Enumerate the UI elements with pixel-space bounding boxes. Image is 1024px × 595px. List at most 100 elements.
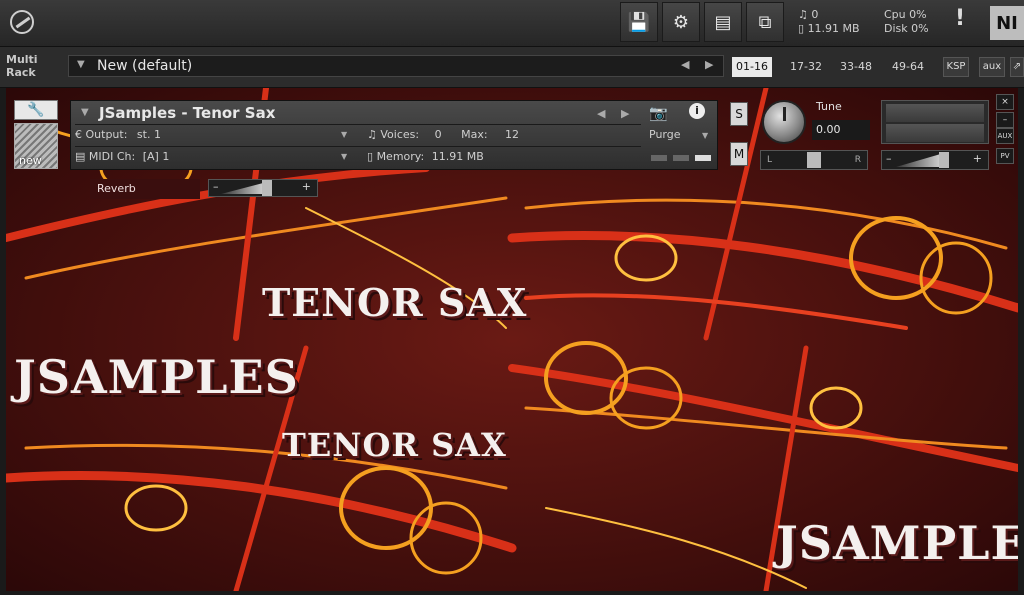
prev-preset-icon[interactable]: ◀ bbox=[681, 58, 689, 71]
page-tab-4[interactable]: 49-64 bbox=[888, 57, 928, 77]
disk-value: 0% bbox=[911, 22, 929, 35]
reverb-minus[interactable]: – bbox=[213, 180, 219, 193]
midi-label: MIDI Ch: bbox=[88, 150, 136, 163]
max-label: Max: bbox=[461, 128, 488, 141]
volume-slider[interactable]: – + bbox=[881, 150, 989, 170]
page-tab-1[interactable]: 01-16 bbox=[732, 57, 772, 77]
options-button[interactable]: ⚙ bbox=[662, 2, 700, 42]
ksp-button[interactable]: KSP bbox=[943, 57, 969, 77]
volume-minus[interactable]: – bbox=[886, 152, 892, 165]
minimize-view-button[interactable]: ⧉ bbox=[746, 2, 784, 42]
reverb-handle[interactable] bbox=[262, 180, 272, 196]
solo-button[interactable]: S bbox=[730, 102, 748, 126]
reverb-slider[interactable]: – + bbox=[208, 179, 318, 197]
level-meter-left bbox=[886, 104, 984, 122]
layout-icon: ▤ bbox=[714, 11, 732, 33]
tune-value[interactable]: 0.00 bbox=[812, 120, 870, 140]
cpu-value: 0% bbox=[909, 8, 927, 21]
cpu-label: Cpu bbox=[884, 8, 906, 21]
voices-info: ♫ Voices: 0 Max: bbox=[367, 128, 488, 141]
artwork-brand-2: JSAMPLES bbox=[776, 516, 1018, 570]
save-button[interactable]: 💾 bbox=[620, 2, 658, 42]
cpu-disk-info: Cpu 0% Disk 0% bbox=[884, 8, 929, 36]
artwork-brand-1: JSAMPLES bbox=[14, 350, 299, 404]
view-button[interactable]: ▤ bbox=[704, 2, 742, 42]
voices-label: Voices: bbox=[380, 128, 420, 141]
purge-indicator-1 bbox=[651, 155, 667, 161]
pan-left-label: L bbox=[767, 155, 773, 165]
pan-right-label: R bbox=[854, 155, 861, 165]
pan-handle[interactable] bbox=[807, 152, 821, 168]
volume-fill bbox=[896, 153, 944, 167]
midi-channel-icon: ▤ bbox=[75, 150, 86, 163]
mute-button[interactable]: M bbox=[730, 142, 748, 166]
midi-value: [A] 1 bbox=[142, 150, 170, 163]
output-value: st. 1 bbox=[136, 128, 161, 141]
tune-knob[interactable] bbox=[762, 100, 806, 144]
rack-title: Multi Rack bbox=[6, 53, 38, 79]
next-preset-icon[interactable]: ▶ bbox=[705, 58, 713, 71]
output-icon: € bbox=[75, 128, 82, 141]
max-voices-value[interactable]: 12 bbox=[505, 128, 519, 141]
pan-slider[interactable]: L R bbox=[760, 150, 868, 170]
volume-plus[interactable]: + bbox=[973, 152, 982, 165]
disk-label: Disk bbox=[884, 22, 908, 35]
aux-button[interactable]: aux bbox=[979, 57, 1005, 77]
memory-label: Memory: bbox=[376, 150, 425, 163]
midi-memory-info: ♫ 0 ▯ 11.91 MB bbox=[798, 8, 860, 36]
midi-icon: ♫ bbox=[798, 8, 808, 21]
memory-total: 11.91 MB bbox=[807, 22, 860, 35]
purge-menu[interactable]: Purge ▼ bbox=[649, 128, 708, 141]
warning-button[interactable]: ! bbox=[955, 6, 965, 31]
reverb-plus[interactable]: + bbox=[302, 180, 311, 193]
collapse-icon[interactable]: ▼ bbox=[81, 107, 89, 118]
midi-count: 0 bbox=[811, 8, 819, 21]
memory-icon: ▯ bbox=[798, 22, 805, 35]
pv-toggle-button[interactable]: PV bbox=[996, 148, 1014, 164]
camera-icon[interactable]: 📷 bbox=[649, 104, 668, 122]
new-label: new bbox=[19, 154, 42, 167]
logo-icon[interactable] bbox=[10, 10, 34, 34]
purge-indicator-2 bbox=[673, 155, 689, 161]
output-selector[interactable]: € Output: st. 1 bbox=[75, 128, 161, 141]
page-tab-3[interactable]: 33-48 bbox=[836, 57, 876, 77]
purge-dropdown-icon: ▼ bbox=[702, 131, 709, 140]
save-icon: 💾 bbox=[627, 11, 651, 33]
level-meter-right bbox=[886, 124, 984, 142]
resize-icon: ⧉ bbox=[758, 11, 772, 33]
ni-logo-button[interactable]: NI bbox=[990, 6, 1024, 40]
output-dropdown-icon[interactable]: ▼ bbox=[341, 130, 347, 139]
purge-label: Purge bbox=[649, 128, 681, 141]
midi-channel-selector[interactable]: ▤ MIDI Ch: [A] 1 bbox=[75, 150, 169, 163]
multi-preset-selector[interactable]: ▼ New (default) ◀ ▶ bbox=[68, 55, 724, 77]
top-toolbar: 💾 ⚙ ▤ ⧉ ♫ 0 ▯ 11.91 MB Cpu 0% Disk 0% ! … bbox=[0, 0, 1024, 47]
tune-label: Tune bbox=[816, 100, 842, 113]
preset-name: New (default) bbox=[97, 58, 193, 74]
voices-value: 0 bbox=[434, 128, 442, 141]
output-label: Output: bbox=[85, 128, 128, 141]
gear-icon: ⚙ bbox=[672, 11, 690, 33]
volume-handle[interactable] bbox=[939, 152, 949, 168]
rack-title-line1: Multi bbox=[6, 53, 38, 66]
expand-icon[interactable]: ⇗ bbox=[1010, 57, 1024, 77]
artwork-title-1: TENOR SAX bbox=[262, 280, 528, 325]
next-instrument-icon[interactable]: ▶ bbox=[621, 107, 629, 120]
reverb-label: Reverb bbox=[90, 179, 200, 199]
aux-toggle-button[interactable]: AUX bbox=[996, 128, 1014, 144]
info-icon[interactable]: i bbox=[689, 103, 705, 119]
rack-title-line2: Rack bbox=[6, 66, 36, 79]
memory-icon: ▯ bbox=[367, 150, 374, 163]
close-instrument-button[interactable]: × bbox=[996, 94, 1014, 110]
midi-dropdown-icon[interactable]: ▼ bbox=[341, 152, 347, 161]
instrument-icon-button[interactable]: new bbox=[14, 123, 58, 169]
prev-instrument-icon[interactable]: ◀ bbox=[597, 107, 605, 120]
level-meter bbox=[881, 100, 989, 144]
page-tab-2[interactable]: 17-32 bbox=[786, 57, 826, 77]
instrument-name[interactable]: JSamples - Tenor Sax bbox=[99, 104, 275, 122]
artwork-title-2: TENOR SAX bbox=[282, 426, 507, 464]
reverb-fill bbox=[221, 182, 267, 194]
memory-info: ▯ Memory: 11.91 MB bbox=[367, 150, 484, 163]
minimize-instrument-button[interactable]: – bbox=[996, 112, 1014, 128]
wrench-icon[interactable]: 🔧 bbox=[14, 100, 58, 120]
chevron-down-icon[interactable]: ▼ bbox=[77, 59, 85, 70]
